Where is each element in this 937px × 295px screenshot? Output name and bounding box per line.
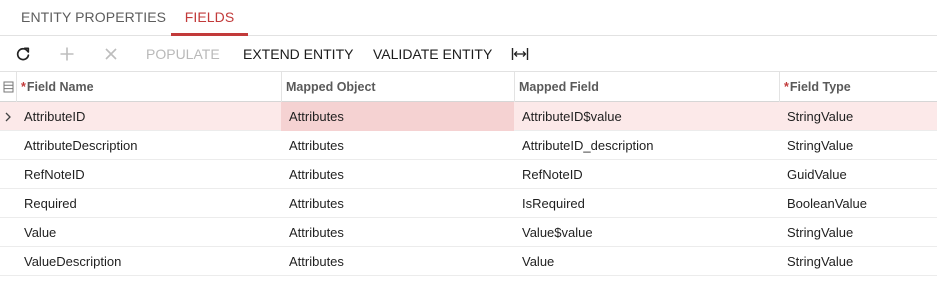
tab-entity-properties[interactable]: ENTITY PROPERTIES — [21, 0, 166, 36]
close-icon — [105, 48, 117, 60]
table-row[interactable]: AttributeID Attributes AttributeID$value… — [0, 102, 937, 131]
cell-field-name[interactable]: RefNoteID — [16, 160, 281, 189]
row-selector[interactable] — [0, 247, 16, 276]
row-selector[interactable] — [0, 160, 16, 189]
cell-mapped-object[interactable]: Attributes — [281, 218, 514, 247]
cell-field-name[interactable]: Value — [16, 218, 281, 247]
tab-fields[interactable]: FIELDS — [171, 0, 248, 36]
cell-mapped-field[interactable]: AttributeID_description — [514, 131, 779, 160]
fit-columns-icon — [511, 48, 529, 60]
toolbar: POPULATE EXTEND ENTITY VALIDATE ENTITY — [0, 37, 937, 72]
cell-field-type[interactable]: StringValue — [779, 247, 937, 276]
column-config-icon — [3, 81, 13, 93]
cell-mapped-field[interactable]: AttributeID$value — [514, 102, 779, 131]
cell-mapped-object[interactable]: Attributes — [281, 160, 514, 189]
cell-field-name[interactable]: AttributeDescription — [16, 131, 281, 160]
cell-field-name[interactable]: ValueDescription — [16, 247, 281, 276]
required-marker: * — [21, 80, 26, 94]
row-selector-header[interactable] — [0, 72, 16, 102]
cell-mapped-object[interactable]: Attributes — [281, 247, 514, 276]
required-marker: * — [784, 80, 789, 94]
extend-entity-button[interactable]: EXTEND ENTITY — [243, 37, 353, 71]
cell-field-type[interactable]: GuidValue — [779, 160, 937, 189]
cell-mapped-field[interactable]: Value$value — [514, 218, 779, 247]
row-selector[interactable] — [0, 189, 16, 218]
table-row[interactable]: ValueDescription Attributes Value String… — [0, 247, 937, 276]
cell-mapped-field[interactable]: RefNoteID — [514, 160, 779, 189]
cell-field-name[interactable]: AttributeID — [16, 102, 281, 131]
row-selector[interactable] — [0, 131, 16, 160]
column-header-field-type[interactable]: *Field Type — [779, 72, 937, 102]
cell-mapped-object[interactable]: Attributes — [281, 131, 514, 160]
cell-field-type[interactable]: StringValue — [779, 218, 937, 247]
table-row[interactable]: Required Attributes IsRequired BooleanVa… — [0, 189, 937, 218]
cell-mapped-field[interactable]: IsRequired — [514, 189, 779, 218]
cell-mapped-field[interactable]: Value — [514, 247, 779, 276]
table-row[interactable]: Value Attributes Value$value StringValue — [0, 218, 937, 247]
delete-row-button[interactable] — [98, 37, 124, 71]
cell-mapped-object[interactable]: Attributes — [281, 102, 514, 131]
tab-bar: ENTITY PROPERTIES FIELDS — [0, 0, 937, 36]
row-selector[interactable] — [0, 218, 16, 247]
cell-field-name[interactable]: Required — [16, 189, 281, 218]
fit-columns-button[interactable] — [508, 37, 532, 71]
table-row[interactable]: RefNoteID Attributes RefNoteID GuidValue — [0, 160, 937, 189]
populate-button[interactable]: POPULATE — [146, 37, 220, 71]
table-row[interactable]: AttributeDescription Attributes Attribut… — [0, 131, 937, 160]
cell-field-type[interactable]: StringValue — [779, 131, 937, 160]
validate-entity-button[interactable]: VALIDATE ENTITY — [373, 37, 492, 71]
row-selector[interactable] — [0, 102, 16, 131]
cell-field-type[interactable]: StringValue — [779, 102, 937, 131]
add-row-button[interactable] — [54, 37, 80, 71]
plus-icon — [60, 47, 74, 61]
cell-field-type[interactable]: BooleanValue — [779, 189, 937, 218]
column-header-mapped-field[interactable]: Mapped Field — [514, 72, 779, 102]
column-header-mapped-object[interactable]: Mapped Object — [281, 72, 514, 102]
refresh-icon — [16, 47, 30, 61]
grid-header: *Field Name Mapped Object Mapped Field *… — [0, 72, 937, 102]
refresh-button[interactable] — [10, 37, 36, 71]
chevron-right-icon — [5, 112, 11, 121]
column-header-field-name[interactable]: *Field Name — [16, 72, 281, 102]
cell-mapped-object[interactable]: Attributes — [281, 189, 514, 218]
